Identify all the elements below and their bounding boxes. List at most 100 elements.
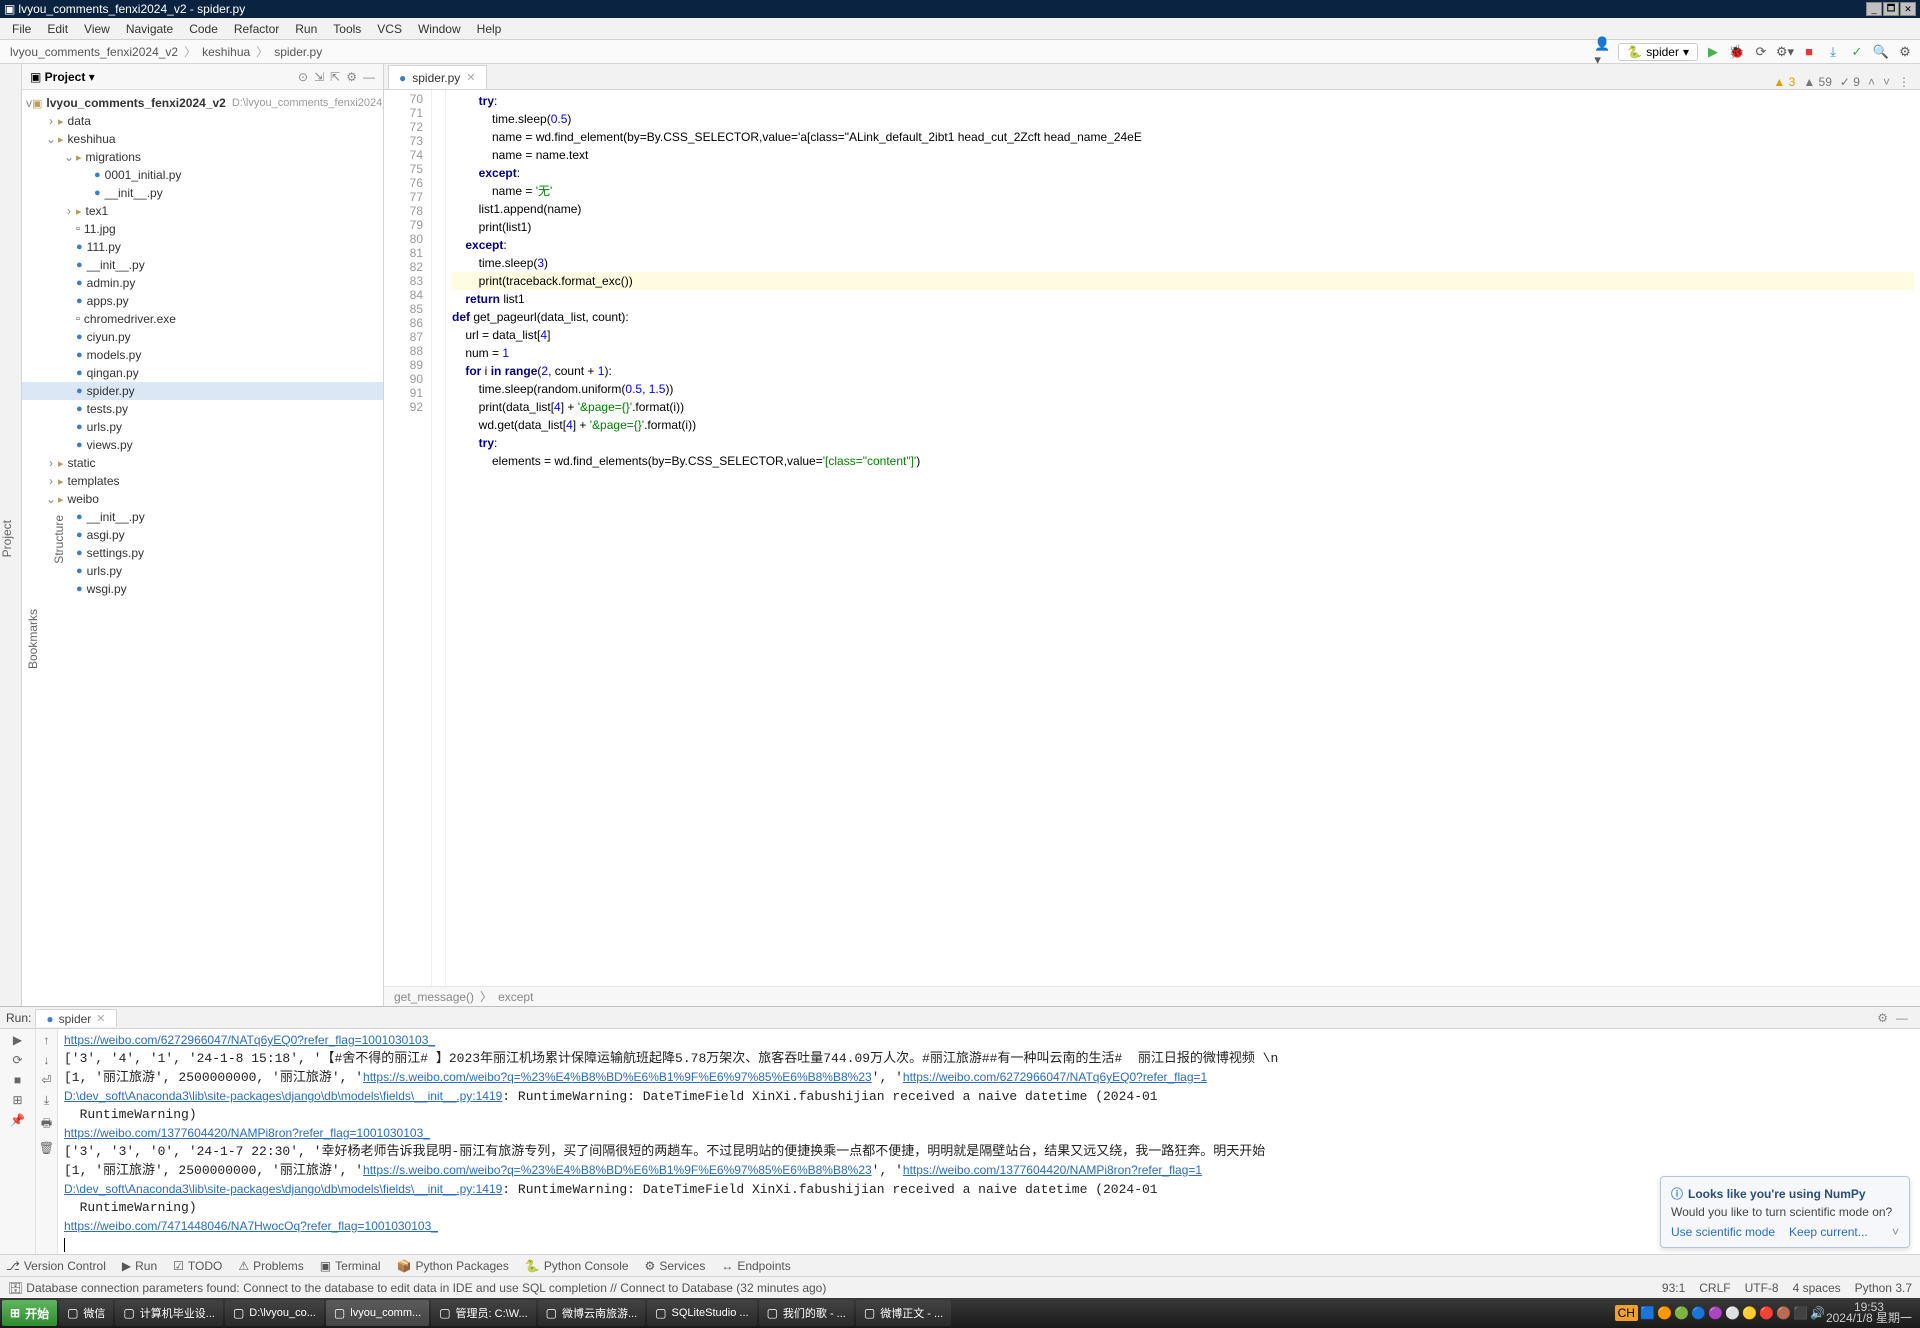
profile-button[interactable]: ⚙▾ bbox=[1776, 43, 1794, 61]
breadcrumb-item[interactable]: lvyou_comments_fenxi2024_v2 bbox=[6, 43, 182, 61]
tree-item[interactable]: ⌄▸migrations bbox=[22, 148, 383, 166]
expand-all-icon[interactable]: ⇲ bbox=[314, 70, 324, 84]
chevron-up-icon[interactable]: ˄ bbox=[1868, 75, 1875, 89]
tool-window-button[interactable]: ☑TODO bbox=[173, 1259, 222, 1273]
start-button[interactable]: ⊞开始 bbox=[2, 1300, 57, 1326]
tool-window-button[interactable]: 🐍Python Console bbox=[525, 1259, 629, 1273]
project-view-selector[interactable]: ▣ Project ▾ bbox=[30, 70, 95, 84]
debug-button[interactable]: 🐞 bbox=[1728, 43, 1746, 61]
tree-item[interactable]: ●qingan.py bbox=[22, 364, 383, 382]
more-icon[interactable]: ⋮ bbox=[1898, 75, 1910, 89]
tool-window-button[interactable]: ↔Endpoints bbox=[721, 1259, 790, 1273]
warning-indicator[interactable]: ▲ 3 bbox=[1773, 75, 1795, 89]
taskbar-app[interactable]: ▢我们的歌 - ... bbox=[759, 1300, 854, 1326]
tree-item[interactable]: ›▸static bbox=[22, 454, 383, 472]
menu-item[interactable]: Tools bbox=[327, 20, 367, 38]
rerun-icon[interactable]: ▶ bbox=[13, 1033, 22, 1047]
status-item[interactable]: Python 3.7 bbox=[1855, 1281, 1912, 1295]
taskbar-app[interactable]: ▢计算机毕业设... bbox=[115, 1300, 223, 1326]
breadcrumb-item[interactable]: spider.py bbox=[270, 43, 326, 61]
tool-window-button[interactable]: ⎇Version Control bbox=[6, 1259, 106, 1273]
structure-tool-button[interactable]: Structure bbox=[52, 515, 66, 564]
tree-item[interactable]: ●__init__.py bbox=[22, 184, 383, 202]
git-commit-icon[interactable]: ✓ bbox=[1848, 43, 1866, 61]
taskbar-app[interactable]: ▢微信 bbox=[59, 1300, 113, 1326]
menu-item[interactable]: Navigate bbox=[120, 20, 179, 38]
taskbar-app[interactable]: ▢lvyou_comm... bbox=[326, 1300, 429, 1326]
status-item[interactable]: CRLF bbox=[1699, 1281, 1730, 1295]
tree-item[interactable]: ▫11.jpg bbox=[22, 220, 383, 238]
tool-window-button[interactable]: ▶Run bbox=[122, 1259, 157, 1273]
stop-icon[interactable]: ■ bbox=[14, 1073, 21, 1087]
tree-item[interactable]: ●tests.py bbox=[22, 400, 383, 418]
tree-item[interactable]: ›▸tex1 bbox=[22, 202, 383, 220]
tool-window-button[interactable]: ▣Terminal bbox=[320, 1259, 381, 1273]
tree-item[interactable]: ›▸templates bbox=[22, 472, 383, 490]
tree-item[interactable]: ⌄▸weibo bbox=[22, 490, 383, 508]
console-output[interactable]: https://weibo.com/6272966047/NATq6yEQ0?r… bbox=[58, 1029, 1920, 1254]
tree-item[interactable]: ●admin.py bbox=[22, 274, 383, 292]
user-icon[interactable]: 👤▾ bbox=[1594, 43, 1612, 61]
tree-item[interactable]: ●__init__.py bbox=[22, 508, 383, 526]
tree-item[interactable]: ●models.py bbox=[22, 346, 383, 364]
tree-root[interactable]: v▣ lvyou_comments_fenxi2024_v2 D:\lvyou_… bbox=[22, 94, 383, 112]
collapse-all-icon[interactable]: ⇱ bbox=[330, 70, 340, 84]
close-tab-icon[interactable]: ✕ bbox=[466, 71, 475, 84]
settings-icon[interactable]: ⚙ bbox=[1896, 43, 1914, 61]
menu-item[interactable]: Help bbox=[471, 20, 508, 38]
rerun-debug-icon[interactable]: ⟳ bbox=[12, 1053, 22, 1067]
code-editor[interactable]: 7071727374757677787980818283848586878889… bbox=[384, 90, 1920, 986]
taskbar-app[interactable]: ▢微博正文 - ... bbox=[856, 1300, 951, 1326]
typo-indicator[interactable]: ✓ 9 bbox=[1840, 75, 1860, 89]
tree-item[interactable]: ●0001_initial.py bbox=[22, 166, 383, 184]
hide-icon[interactable]: — bbox=[363, 70, 375, 84]
tree-item[interactable]: ⌄▸keshihua bbox=[22, 130, 383, 148]
project-tree[interactable]: v▣ lvyou_comments_fenxi2024_v2 D:\lvyou_… bbox=[22, 90, 383, 1006]
editor-tab[interactable]: ● spider.py ✕ bbox=[388, 65, 487, 89]
menu-item[interactable]: View bbox=[78, 20, 116, 38]
menu-item[interactable]: Refactor bbox=[228, 20, 285, 38]
run-tab[interactable]: ● spider ✕ bbox=[35, 1009, 116, 1027]
breadcrumb-item[interactable]: keshihua bbox=[198, 43, 254, 61]
maximize-button[interactable]: 🗖 bbox=[1883, 2, 1899, 16]
clear-icon[interactable]: 🗑 bbox=[39, 1141, 54, 1155]
minimize-button[interactable]: _ bbox=[1866, 2, 1882, 16]
coverage-button[interactable]: ⟳ bbox=[1752, 43, 1770, 61]
menu-item[interactable]: Window bbox=[412, 20, 467, 38]
scroll-icon[interactable]: ⤓ bbox=[44, 1093, 49, 1108]
keep-current-link[interactable]: Keep current... bbox=[1789, 1225, 1868, 1239]
run-button[interactable]: ▶ bbox=[1704, 43, 1722, 61]
tree-item[interactable]: ●urls.py bbox=[22, 562, 383, 580]
menu-item[interactable]: Edit bbox=[41, 20, 74, 38]
tree-item[interactable]: ●apps.py bbox=[22, 292, 383, 310]
menu-item[interactable]: Code bbox=[183, 20, 224, 38]
project-tool-button[interactable]: Project bbox=[0, 520, 14, 557]
close-tab-icon[interactable]: ✕ bbox=[96, 1012, 105, 1025]
system-tray[interactable]: 🟦🟠🟢🔵🟣⚪🟡🔴🟤⬛🔊 bbox=[1640, 1306, 1824, 1320]
weak-warning-indicator[interactable]: ▲ 59 bbox=[1803, 75, 1832, 89]
settings-icon[interactable]: ⚙ bbox=[1877, 1011, 1888, 1025]
wrap-icon[interactable]: ⏎ bbox=[41, 1073, 51, 1087]
tool-window-button[interactable]: ⚙Services bbox=[645, 1259, 706, 1273]
select-opened-icon[interactable]: ⊙ bbox=[298, 70, 308, 84]
tool-window-button[interactable]: 📦Python Packages bbox=[397, 1259, 509, 1273]
tree-item[interactable]: ●ciyun.py bbox=[22, 328, 383, 346]
tree-item[interactable]: ●urls.py bbox=[22, 418, 383, 436]
tree-item[interactable]: ›▸data bbox=[22, 112, 383, 130]
layout-icon[interactable]: ⊞ bbox=[12, 1093, 22, 1107]
run-config-selector[interactable]: 🐍 spider ▾ bbox=[1618, 43, 1698, 61]
tree-item[interactable]: ▫chromedriver.exe bbox=[22, 310, 383, 328]
search-icon[interactable]: 🔍 bbox=[1872, 43, 1890, 61]
stop-button[interactable]: ■ bbox=[1800, 43, 1818, 61]
menu-item[interactable]: Run bbox=[289, 20, 323, 38]
tree-item[interactable]: ●wsgi.py bbox=[22, 580, 383, 598]
tree-item[interactable]: ●views.py bbox=[22, 436, 383, 454]
status-item[interactable]: UTF-8 bbox=[1745, 1281, 1779, 1295]
hide-icon[interactable]: — bbox=[1896, 1011, 1908, 1025]
pin-icon[interactable]: 📌 bbox=[10, 1113, 25, 1127]
git-update-icon[interactable]: ⤓ bbox=[1824, 43, 1842, 61]
bookmarks-tool-button[interactable]: Bookmarks bbox=[26, 609, 40, 669]
status-item[interactable]: 4 spaces bbox=[1793, 1281, 1841, 1295]
taskbar-app[interactable]: ▢微博云南旅游... bbox=[538, 1300, 646, 1326]
status-item[interactable]: 93:1 bbox=[1662, 1281, 1685, 1295]
